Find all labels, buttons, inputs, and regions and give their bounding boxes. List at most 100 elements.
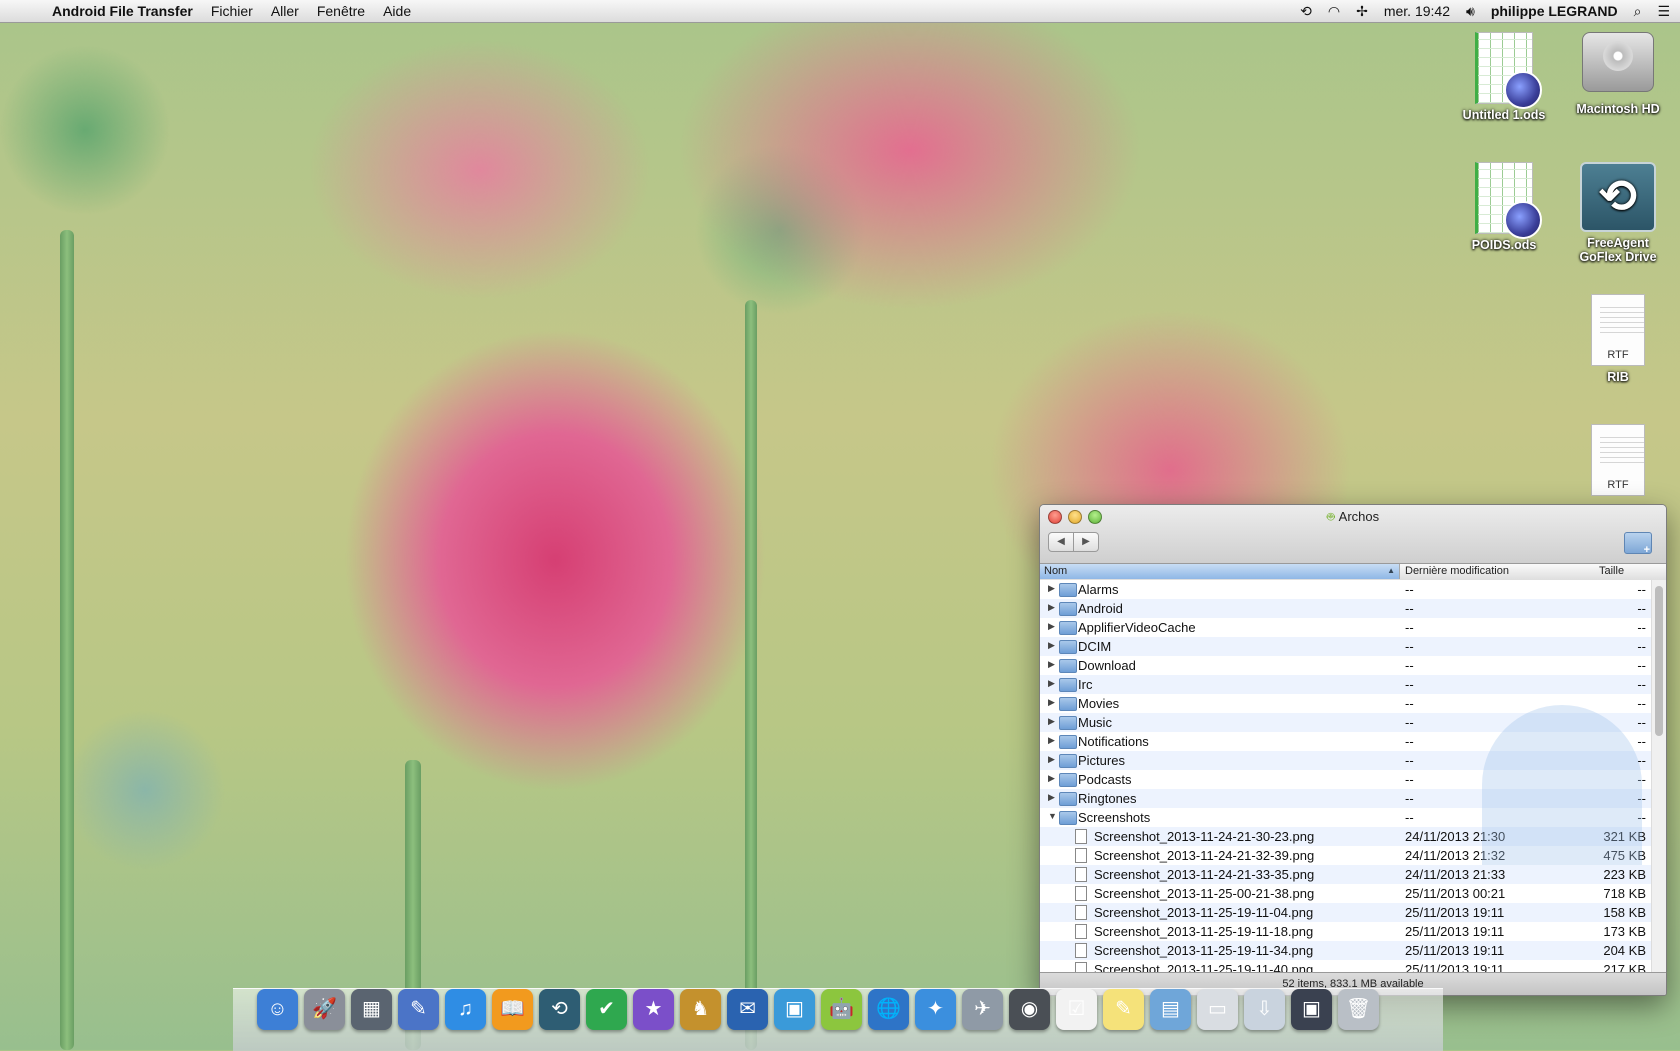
disclosure-open-icon[interactable]: ▼	[1048, 811, 1057, 821]
menu-fichier[interactable]: Fichier	[211, 3, 253, 19]
row-name: Android	[1078, 601, 1123, 616]
vertical-scrollbar[interactable]	[1651, 580, 1666, 973]
column-date[interactable]: Dernière modification	[1405, 565, 1509, 577]
disclosure-closed-icon[interactable]: ▶	[1048, 716, 1055, 727]
column-name[interactable]: Nom ▲	[1040, 564, 1400, 579]
disclosure-closed-icon[interactable]: ▶	[1048, 735, 1055, 746]
folder-icon	[1059, 697, 1077, 711]
disclosure-closed-icon[interactable]: ▶	[1048, 659, 1055, 670]
safari-icon[interactable]: ✦	[915, 989, 956, 1030]
folder-row[interactable]: ▶ Download -- --	[1040, 656, 1666, 675]
menu-aller[interactable]: Aller	[271, 3, 299, 19]
folder-row[interactable]: ▶ Android -- --	[1040, 599, 1666, 618]
folder-icon	[1059, 659, 1077, 673]
disclosure-closed-icon[interactable]: ▶	[1048, 602, 1055, 613]
desktop-icon-poids-ods[interactable]: POIDS.ods	[1439, 162, 1569, 252]
back-button[interactable]: ◀	[1048, 532, 1074, 552]
time-machine-status-icon[interactable]: ⟲	[1300, 3, 1312, 20]
checkmark-app-icon[interactable]: ✔	[586, 989, 627, 1030]
menu-app-name[interactable]: Android File Transfer	[52, 3, 193, 19]
row-date: --	[1405, 620, 1414, 635]
row-date: 25/11/2013 19:11	[1405, 943, 1505, 958]
row-name: Download	[1078, 658, 1136, 673]
game-app-icon[interactable]: ♞	[680, 989, 721, 1030]
itunes-icon[interactable]: ♫	[445, 989, 486, 1030]
spotlight-search-icon[interactable]: ⌕	[1634, 3, 1642, 20]
folder-row[interactable]: ▶ Pictures -- --	[1040, 751, 1666, 770]
desktop-icon-untitled-ods[interactable]: Untitled 1.ods	[1439, 32, 1569, 122]
file-row[interactable]: Screenshot_2013-11-25-19-11-34.png 25/11/…	[1040, 941, 1666, 960]
disclosure-closed-icon[interactable]: ▶	[1048, 583, 1055, 594]
globe-icon[interactable]: 🌐	[868, 989, 909, 1030]
finder-icon[interactable]: ☺	[257, 989, 298, 1030]
volume-icon[interactable]: 🔊︎	[1466, 3, 1475, 20]
folder-row[interactable]: ▶ Ringtones -- --	[1040, 789, 1666, 808]
row-date: 24/11/2013 21:32	[1405, 848, 1506, 863]
folder-row[interactable]: ▶ Movies -- --	[1040, 694, 1666, 713]
file-row[interactable]: Screenshot_2013-11-24-21-32-39.png 24/11/…	[1040, 846, 1666, 865]
screen-capture-icon[interactable]: ▣	[1291, 989, 1332, 1030]
notification-center-icon[interactable]: ☰	[1657, 3, 1670, 20]
stickies-icon[interactable]: ✎	[1103, 989, 1144, 1030]
disclosure-closed-icon[interactable]: ▶	[1048, 792, 1055, 803]
menu-clock[interactable]: mer. 19:42	[1384, 3, 1450, 19]
wifi-icon[interactable]: ◠	[1328, 3, 1340, 20]
preview-icon[interactable]: ▤	[1150, 989, 1191, 1030]
scrollbar-thumb[interactable]	[1655, 586, 1663, 736]
disclosure-closed-icon[interactable]: ▶	[1048, 773, 1055, 784]
reminders-icon[interactable]: ☑	[1056, 989, 1097, 1030]
file-row[interactable]: Screenshot_2013-11-25-19-11-18.png 25/11/…	[1040, 922, 1666, 941]
mail-icon[interactable]: ✈	[962, 989, 1003, 1030]
desktop-icon-label: RIB	[1607, 370, 1629, 384]
disclosure-closed-icon[interactable]: ▶	[1048, 754, 1055, 765]
file-row[interactable]: Screenshot_2013-11-25-00-21-38.png 25/11/…	[1040, 884, 1666, 903]
row-size: --	[1637, 639, 1646, 654]
folder-row[interactable]: ▶ ApplifierVideoCache -- --	[1040, 618, 1666, 637]
bluetooth-icon[interactable]: ✢	[1356, 3, 1368, 20]
new-folder-button[interactable]	[1624, 532, 1652, 556]
imovie-icon[interactable]: ★	[633, 989, 674, 1030]
disclosure-closed-icon[interactable]: ▶	[1048, 621, 1055, 632]
window-titlebar[interactable]: 🤖︎ Archos ◀ ▶	[1040, 505, 1666, 564]
desktop-icon-rib[interactable]: RTF RIB	[1553, 294, 1680, 384]
folder-row[interactable]: ▼ Screenshots -- --	[1040, 808, 1666, 827]
dashboard-icon[interactable]: ✎	[398, 989, 439, 1030]
photo-browser-icon[interactable]: ▦	[351, 989, 392, 1030]
ibooks-icon[interactable]: 📖	[492, 989, 533, 1030]
launchpad-icon[interactable]: 🚀	[304, 989, 345, 1030]
desktop-icon-macintosh-hd[interactable]: Macintosh HD	[1553, 32, 1680, 116]
folder-row[interactable]: ▶ Irc -- --	[1040, 675, 1666, 694]
folder-row[interactable]: ▶ Podcasts -- --	[1040, 770, 1666, 789]
desktop-icon-rtf[interactable]: RTF	[1553, 424, 1680, 500]
forward-button[interactable]: ▶	[1074, 532, 1099, 552]
menu-user[interactable]: philippe LEGRAND	[1491, 3, 1618, 19]
trash-icon[interactable]: 🗑	[1338, 989, 1379, 1030]
menu-fenetre[interactable]: Fenêtre	[317, 3, 365, 19]
row-size: --	[1637, 696, 1646, 711]
file-row[interactable]: Screenshot_2013-11-24-21-30-23.png 24/11/…	[1040, 827, 1666, 846]
desktop-icon-freeagent-drive[interactable]: ⟲ FreeAgent GoFlex Drive	[1553, 162, 1680, 264]
downloads-stack-icon[interactable]: ⇩	[1244, 989, 1285, 1030]
image-file-icon	[1075, 886, 1087, 901]
facetime-icon[interactable]: ◉	[1009, 989, 1050, 1030]
folder-row[interactable]: ▶ DCIM -- --	[1040, 637, 1666, 656]
disclosure-closed-icon[interactable]: ▶	[1048, 697, 1055, 708]
folder-row[interactable]: ▶ Alarms -- --	[1040, 580, 1666, 599]
disclosure-closed-icon[interactable]: ▶	[1048, 640, 1055, 651]
row-date: --	[1405, 658, 1414, 673]
folder-row[interactable]: ▶ Music -- --	[1040, 713, 1666, 732]
thunderbird-icon[interactable]: ✉	[727, 989, 768, 1030]
navigation-buttons: ◀ ▶	[1048, 532, 1099, 552]
android-file-transfer-icon[interactable]: 🤖	[821, 989, 862, 1030]
folder-icon	[1059, 792, 1077, 806]
menu-aide[interactable]: Aide	[383, 3, 411, 19]
file-row[interactable]: Screenshot_2013-11-25-19-11-04.png 25/11/…	[1040, 903, 1666, 922]
column-size[interactable]: Taille	[1599, 565, 1624, 577]
file-row[interactable]: Screenshot_2013-11-24-21-33-35.png 24/11/…	[1040, 865, 1666, 884]
image-file-icon	[1075, 829, 1087, 844]
folder-row[interactable]: ▶ Notifications -- --	[1040, 732, 1666, 751]
time-machine-icon[interactable]: ⟲	[539, 989, 580, 1030]
iphoto-icon[interactable]: ▣	[774, 989, 815, 1030]
disclosure-closed-icon[interactable]: ▶	[1048, 678, 1055, 689]
document-stack-icon[interactable]: ▭	[1197, 989, 1238, 1030]
